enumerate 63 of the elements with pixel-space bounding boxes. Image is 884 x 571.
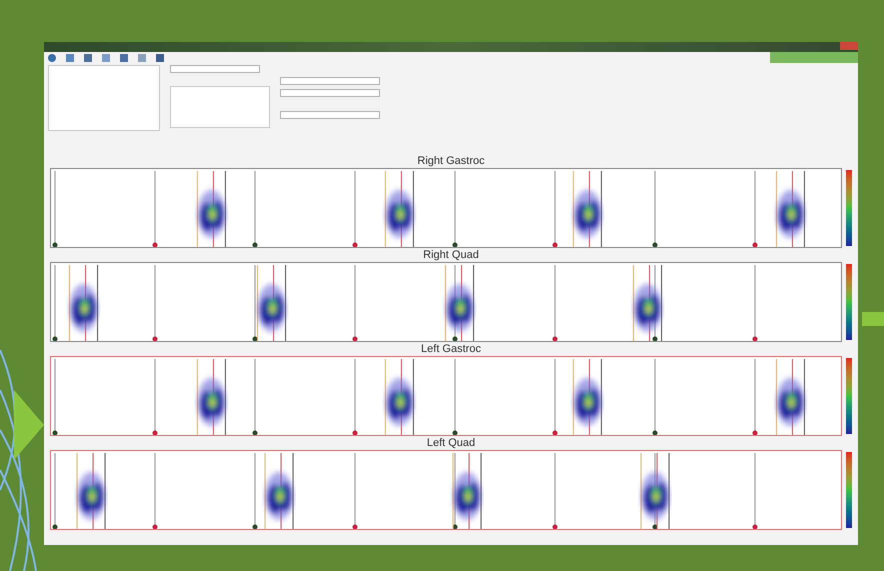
- toolbar-icon[interactable]: [84, 54, 92, 62]
- marker-dot: [552, 430, 558, 436]
- heatmap-blob: [573, 190, 602, 238]
- marker-dot: [452, 336, 458, 342]
- chart-title: Right Quad: [422, 249, 480, 262]
- chart-title: Right Gastroc: [416, 155, 486, 168]
- heatmap-blob: [258, 284, 286, 332]
- marker-dot: [752, 336, 758, 342]
- toolbar-icon[interactable]: [156, 54, 164, 62]
- marker-dot: [352, 524, 358, 530]
- heatmap-blob: [265, 472, 294, 520]
- dropdown-field[interactable]: [170, 65, 260, 73]
- heatmap-blob: [776, 190, 804, 238]
- marker-dot: [652, 242, 658, 248]
- toolbar-icon[interactable]: [120, 54, 128, 62]
- options-list-box[interactable]: [170, 86, 270, 128]
- marker-dot: [652, 336, 658, 342]
- input-field[interactable]: [280, 89, 380, 97]
- marker-dot: [352, 336, 358, 342]
- marker-dot: [452, 524, 458, 530]
- toolbar-icon[interactable]: [102, 54, 110, 62]
- heatmap-blob: [385, 378, 414, 426]
- marker-dot: [452, 242, 458, 248]
- chart-title: Left Gastroc: [420, 343, 482, 356]
- marker-dot: [152, 524, 158, 530]
- marker-dot: [252, 430, 258, 436]
- heatmap-blob: [446, 284, 474, 332]
- marker-dot: [652, 524, 658, 530]
- marker-dot: [552, 524, 558, 530]
- marker-dot: [352, 242, 358, 248]
- marker-dot: [752, 430, 758, 436]
- marker-dot: [752, 242, 758, 248]
- marker-dot: [52, 336, 58, 342]
- heatmap-blob: [634, 284, 662, 332]
- heatmap-blob: [453, 472, 482, 520]
- heatmap-blob: [70, 284, 98, 332]
- heatmap-blob: [77, 472, 106, 520]
- heatmap-blob: [573, 378, 602, 426]
- marker-dot: [152, 242, 158, 248]
- marker-dot: [652, 430, 658, 436]
- heatmap-blob: [776, 378, 804, 426]
- marker-dot: [252, 336, 258, 342]
- heatmap-blob: [641, 472, 670, 520]
- heatmap-blob: [197, 190, 226, 238]
- heatmap-blob: [197, 378, 226, 426]
- heatmap-blob: [385, 190, 414, 238]
- dropdown-field[interactable]: [280, 111, 380, 119]
- chart-title: Left Quad: [426, 437, 476, 450]
- marker-dot: [52, 242, 58, 248]
- toolbar-icon[interactable]: [48, 54, 56, 62]
- marker-dot: [552, 336, 558, 342]
- marker-dot: [152, 430, 158, 436]
- marker-dot: [552, 242, 558, 248]
- marker-dot: [152, 336, 158, 342]
- marker-dot: [252, 524, 258, 530]
- marker-dot: [452, 430, 458, 436]
- marker-dot: [252, 242, 258, 248]
- marker-dot: [52, 430, 58, 436]
- toolbar-icon[interactable]: [66, 54, 74, 62]
- marker-dot: [752, 524, 758, 530]
- dropdown-field[interactable]: [280, 77, 380, 85]
- marker-dot: [352, 430, 358, 436]
- marker-dot: [52, 524, 58, 530]
